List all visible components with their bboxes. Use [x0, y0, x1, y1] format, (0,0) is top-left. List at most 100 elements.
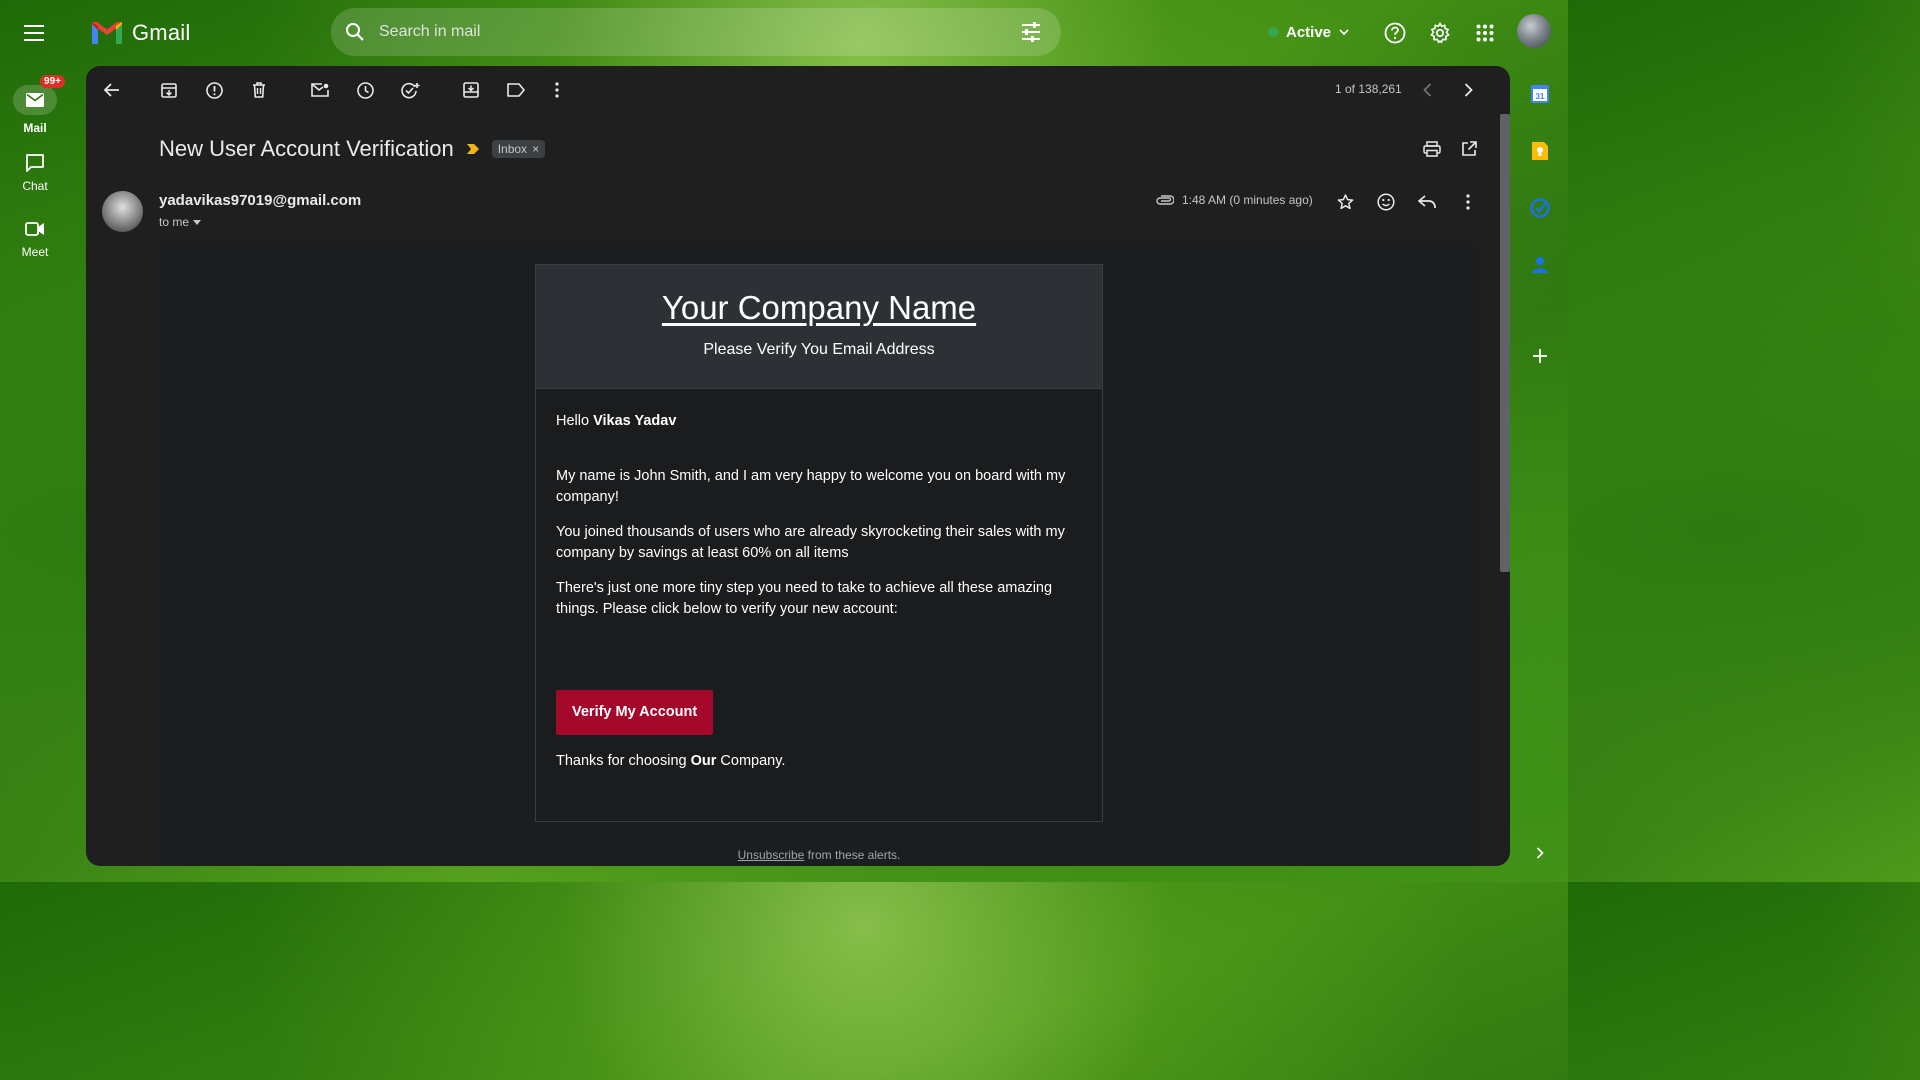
recipient-text: to me	[159, 215, 190, 229]
closing-bold: Our	[690, 753, 717, 769]
rail-item-meet[interactable]: Meet	[0, 219, 70, 259]
paragraph-next-step: There's just one more tiny step you need…	[556, 580, 1053, 617]
closing-line: Thanks for choosing Our Company.	[556, 751, 1082, 772]
older-button[interactable]	[1448, 70, 1488, 110]
more-options-button[interactable]	[537, 70, 577, 110]
caret-down-icon	[193, 219, 202, 225]
unsubscribe-link[interactable]: Unsubscribe	[738, 848, 805, 862]
status-dot-icon	[1268, 27, 1278, 37]
report-spam-button[interactable]	[194, 70, 234, 110]
email-card-header: Your Company Name Please Verify You Emai…	[536, 265, 1102, 389]
move-to-icon	[463, 82, 479, 98]
rail-label-chat: Chat	[22, 179, 48, 193]
keep-addon-button[interactable]	[1522, 133, 1558, 169]
gear-icon	[1430, 22, 1450, 44]
delete-button[interactable]	[239, 70, 279, 110]
gmail-m-icon	[92, 22, 122, 44]
inbox-label-chip[interactable]: Inbox ×	[491, 140, 546, 158]
label-icon	[507, 83, 525, 97]
search-button[interactable]	[331, 8, 379, 56]
apps-button[interactable]	[1465, 13, 1505, 53]
email-body: Your Company Name Please Verify You Emai…	[159, 242, 1479, 866]
hamburger-icon	[24, 25, 44, 41]
attachment-icon	[1156, 195, 1174, 205]
search-bar[interactable]	[331, 8, 1061, 56]
message-scrollbar[interactable]	[1499, 114, 1510, 866]
calendar-addon-button[interactable]: 31	[1522, 76, 1558, 112]
chevron-right-icon	[1536, 847, 1544, 859]
search-options-button[interactable]	[1007, 8, 1055, 56]
chevron-left-icon	[1422, 83, 1431, 97]
closing-prefix: Thanks for choosing	[556, 753, 691, 769]
archive-button[interactable]	[149, 70, 189, 110]
chevron-right-icon	[1464, 83, 1473, 97]
company-name-link[interactable]: Your Company Name	[536, 265, 1102, 327]
search-icon	[346, 23, 364, 41]
recipient-name: Vikas Yadav	[593, 413, 677, 429]
mail-icon-pill: 99+	[13, 75, 65, 115]
greeting: Hello Vikas Yadav	[556, 411, 1082, 432]
verify-account-button[interactable]: Verify My Account	[556, 690, 714, 735]
newer-button[interactable]	[1407, 70, 1447, 110]
sender-email[interactable]: yadavikas97019@gmail.com	[159, 192, 361, 209]
message-view-panel: 1 of 138,261 New User Account Verificati…	[86, 66, 1510, 866]
message-more-button[interactable]	[1448, 182, 1488, 222]
main-menu-button[interactable]	[15, 13, 55, 53]
importance-marker-icon[interactable]	[466, 143, 480, 155]
add-task-icon	[400, 82, 419, 98]
mark-unread-icon	[311, 83, 329, 97]
get-addons-button[interactable]	[1522, 338, 1558, 374]
trash-icon	[253, 82, 265, 98]
star-button[interactable]	[1325, 182, 1365, 222]
scrollbar-thumb[interactable]	[1500, 114, 1510, 572]
account-avatar[interactable]	[1517, 14, 1551, 48]
label-chip-text: Inbox	[497, 142, 528, 156]
email-subject: New User Account Verification	[159, 136, 454, 161]
back-button[interactable]	[92, 70, 132, 110]
support-button[interactable]	[1375, 13, 1415, 53]
open-new-window-button[interactable]	[1449, 129, 1489, 169]
hide-side-panel-button[interactable]	[1522, 835, 1558, 871]
rail-item-chat[interactable]: Chat	[0, 153, 70, 193]
gmail-logo[interactable]: Gmail	[90, 16, 190, 50]
mail-icon	[26, 93, 44, 107]
settings-button[interactable]	[1420, 13, 1460, 53]
remove-label-icon[interactable]: ×	[532, 142, 539, 156]
unsubscribe-line: Unsubscribe from these alerts.	[159, 848, 1479, 862]
print-all-button[interactable]	[1412, 129, 1452, 169]
sender-avatar[interactable]	[102, 191, 143, 232]
mark-unread-button[interactable]	[300, 70, 340, 110]
paragraph-welcome: My name is John Smith, and I am very hap…	[556, 468, 1066, 505]
status-label: Active	[1286, 23, 1332, 41]
tasks-addon-button[interactable]	[1522, 190, 1558, 226]
more-vert-icon	[555, 82, 559, 98]
star-icon	[1337, 194, 1353, 210]
message-meta: 1:48 AM (0 minutes ago)	[1156, 193, 1313, 207]
status-selector[interactable]: Active	[1258, 14, 1359, 50]
rail-item-mail[interactable]: 99+ Mail	[0, 75, 70, 135]
labels-button[interactable]	[496, 70, 536, 110]
add-to-tasks-button[interactable]	[390, 70, 430, 110]
report-icon	[205, 81, 223, 99]
move-to-button[interactable]	[451, 70, 491, 110]
closing-suffix: Company.	[716, 753, 786, 769]
reply-button[interactable]	[1407, 182, 1447, 222]
open-in-new-icon	[1462, 141, 1477, 156]
clock-icon	[356, 81, 374, 99]
message-toolbar: 1 of 138,261	[86, 66, 1510, 114]
emoji-icon	[1377, 193, 1395, 211]
unread-badge: 99+	[40, 75, 65, 88]
verify-subtitle: Please Verify You Email Address	[703, 341, 935, 358]
tune-icon	[1022, 22, 1040, 42]
add-reaction-button[interactable]	[1366, 182, 1406, 222]
search-input[interactable]	[379, 8, 1007, 56]
greeting-prefix: Hello	[556, 413, 594, 429]
plus-icon	[1533, 349, 1547, 363]
chat-icon	[26, 154, 44, 172]
recipient-details[interactable]: to me	[159, 215, 202, 229]
calendar-icon: 31	[1531, 85, 1549, 103]
rail-label-mail: Mail	[23, 121, 47, 135]
snooze-button[interactable]	[345, 70, 385, 110]
email-card: Your Company Name Please Verify You Emai…	[535, 264, 1103, 822]
contacts-addon-button[interactable]	[1522, 247, 1558, 283]
